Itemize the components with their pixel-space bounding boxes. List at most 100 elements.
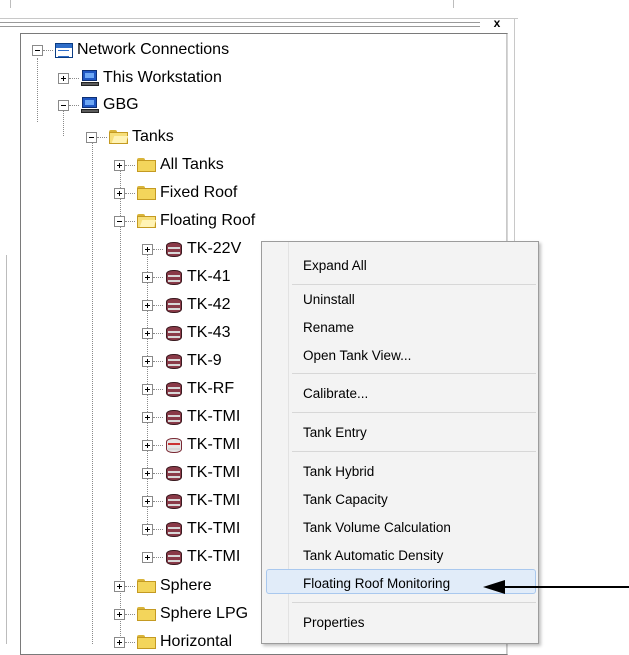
tree-item-tank[interactable]: TK-41 [142,264,231,290]
tank-icon [165,549,183,566]
tree-item-tank[interactable]: TK-22V [142,236,241,262]
network-connections-icon [55,42,73,58]
tank-icon [165,241,183,258]
expand-icon[interactable] [58,72,69,84]
expand-icon[interactable] [142,355,153,367]
tree-item-label: GBG [103,96,139,113]
tree-item-sphere[interactable]: Sphere [114,573,212,599]
tank-icon [165,493,183,510]
menu-item-floating-roof-monitoring[interactable]: Floating Roof Monitoring [303,575,450,593]
tree-item-tank[interactable]: TK-TMI [142,544,240,570]
expand-icon[interactable] [142,327,153,339]
title-bar-line [0,26,480,27]
tree-item-label: TK-TMI [187,492,241,509]
expand-icon[interactable] [114,159,125,171]
tree-item-gbg[interactable]: GBG [58,92,139,118]
menu-item-properties[interactable]: Properties [303,614,365,632]
tree-item-label: Sphere [160,577,212,594]
folder-icon [137,579,156,593]
expand-icon[interactable] [142,523,153,535]
expand-icon[interactable] [114,636,125,648]
tank-icon [165,325,183,342]
tree-item-label: All Tanks [160,156,224,173]
collapse-icon[interactable] [58,99,69,111]
tree-item-tank[interactable]: TK-TMI [142,516,240,542]
tree-item-label: TK-42 [187,296,231,313]
expand-icon[interactable] [142,383,153,395]
tree-item-label: This Workstation [103,69,222,86]
tree-item-label: Tanks [132,128,174,145]
menu-separator [292,602,536,603]
expand-icon[interactable] [114,608,125,620]
tree-item-label: Fixed Roof [160,184,238,201]
tree-item-this-workstation[interactable]: This Workstation [58,65,222,91]
tree-item-tanks[interactable]: Tanks [86,124,174,150]
expand-icon[interactable] [142,551,153,563]
tree-connector [37,58,38,122]
expand-icon[interactable] [142,439,153,451]
tree-item-tank[interactable]: TK-TMI [142,432,240,458]
menu-separator [292,373,536,374]
tree-item-label: Network Connections [77,41,230,58]
collapse-icon[interactable] [114,215,125,227]
expand-icon[interactable] [142,243,153,255]
menu-item-tank-automatic-density[interactable]: Tank Automatic Density [303,547,443,565]
menu-item-open-tank-view[interactable]: Open Tank View... [303,347,411,365]
menu-item-calibrate[interactable]: Calibrate... [303,385,368,403]
tree-item-tank[interactable]: TK-43 [142,320,231,346]
folder-icon [137,635,156,649]
menu-item-tank-hybrid[interactable]: Tank Hybrid [303,463,374,481]
expand-icon[interactable] [142,467,153,479]
tree-item-tank[interactable]: TK-RF [142,376,234,402]
menu-separator [292,412,536,413]
tree-item-label: TK-TMI [187,548,241,565]
menu-item-tank-volume-calculation[interactable]: Tank Volume Calculation [303,519,451,537]
tree-item-floating-roof[interactable]: Floating Roof [114,208,255,234]
expand-icon[interactable] [142,271,153,283]
menu-item-rename[interactable]: Rename [303,319,354,337]
folder-icon [137,607,156,621]
menu-item-expand-all[interactable]: Expand All [303,257,367,275]
panel-grip [453,0,454,8]
panel-grip [10,0,11,8]
menu-separator [292,451,536,452]
tree-item-horizontal[interactable]: Horizontal [114,629,232,655]
tree-item-fixed-roof[interactable]: Fixed Roof [114,180,237,206]
tree-item-label: TK-RF [187,380,235,397]
tank-alarm-icon [165,437,183,454]
open-folder-icon [137,214,156,228]
tree-item-network-connections[interactable]: Network Connections [32,37,229,63]
computer-icon [81,70,99,86]
menu-separator [292,284,536,285]
expand-icon[interactable] [114,187,125,199]
tree-item-sphere-lpg[interactable]: Sphere LPG [114,601,248,627]
tree-item-label: TK-TMI [187,436,241,453]
tank-icon [165,297,183,314]
tree-item-tank[interactable]: TK-42 [142,292,231,318]
tank-icon [165,465,183,482]
expand-icon[interactable] [142,411,153,423]
docked-title-bar[interactable] [0,18,505,32]
collapse-icon[interactable] [32,44,43,56]
expand-icon[interactable] [114,580,125,592]
menu-item-tank-entry[interactable]: Tank Entry [303,424,367,442]
tree-item-tank[interactable]: TK-TMI [142,488,240,514]
close-icon[interactable]: x [490,16,504,30]
tree-connector [92,142,93,644]
collapse-icon[interactable] [86,131,97,143]
tank-icon [165,409,183,426]
panel-edge [6,255,7,644]
tank-icon [165,353,183,370]
tree-item-tank[interactable]: TK-9 [142,348,222,374]
tree-item-label: TK-TMI [187,520,241,537]
tree-item-all-tanks[interactable]: All Tanks [114,152,224,178]
tree-item-label: TK-TMI [187,464,241,481]
expand-icon[interactable] [142,299,153,311]
tree-item-tank[interactable]: TK-TMI [142,404,240,430]
tree-item-label: TK-9 [187,352,222,369]
menu-item-uninstall[interactable]: Uninstall [303,291,355,309]
expand-icon[interactable] [142,495,153,507]
menu-item-tank-capacity[interactable]: Tank Capacity [303,491,388,509]
tree-item-tank[interactable]: TK-TMI [142,460,240,486]
tree-item-label: Horizontal [160,633,233,650]
